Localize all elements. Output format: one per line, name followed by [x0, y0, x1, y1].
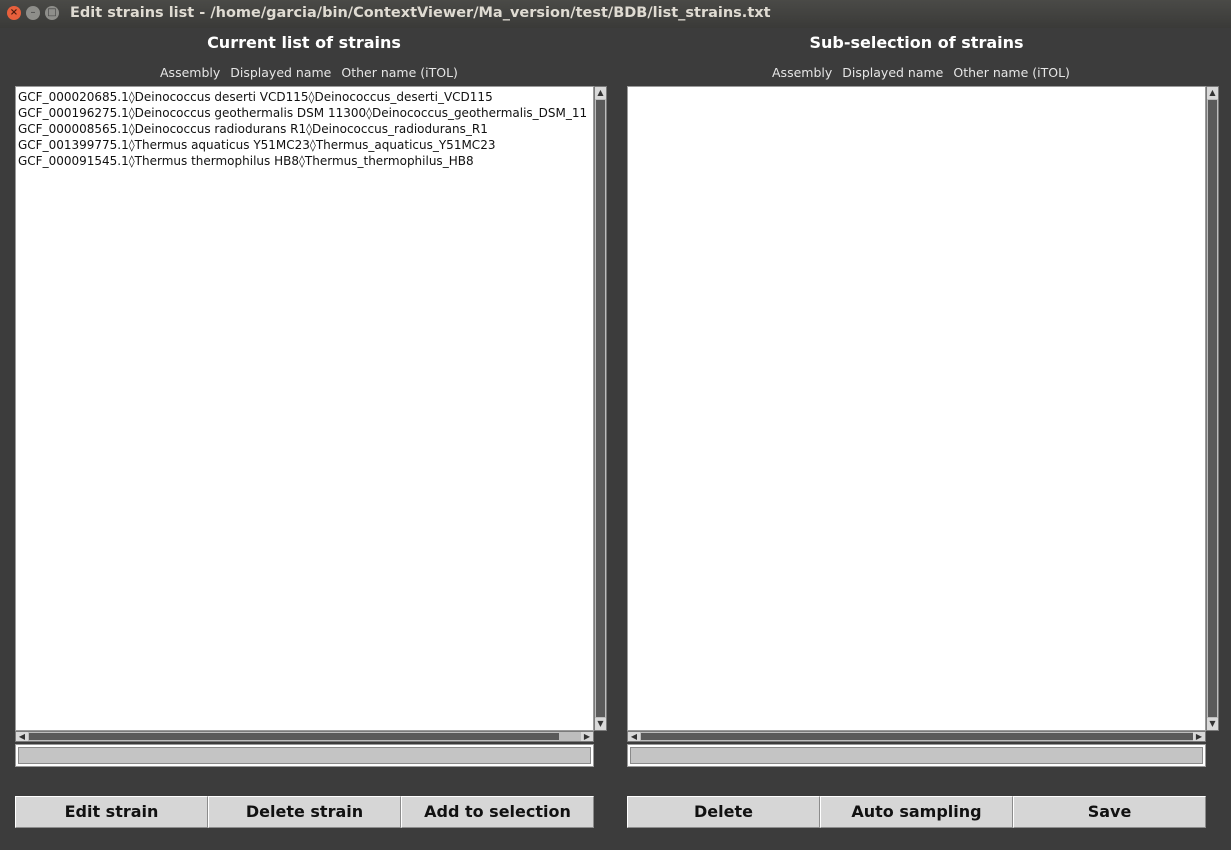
column-other-name: Other name (iTOL): [341, 65, 458, 80]
list-item[interactable]: GCF_000008565.1◊Deinococcus radiodurans …: [16, 121, 593, 137]
list-item[interactable]: GCF_000020685.1◊Deinococcus deserti VCD1…: [16, 89, 593, 105]
right-entry-inner: [630, 747, 1203, 764]
scroll-up-arrow-icon[interactable]: ▲: [595, 87, 606, 99]
right-horizontal-scroll-thumb[interactable]: [641, 733, 1193, 740]
auto-sampling-button[interactable]: Auto sampling: [820, 796, 1013, 828]
window-titlebar: × – □ Edit strains list - /home/garcia/b…: [0, 0, 1231, 28]
left-entry-field[interactable]: [15, 744, 594, 767]
column-displayed-name: Displayed name: [230, 65, 332, 80]
left-entry-inner: [18, 747, 591, 764]
right-column-headers: Assembly Displayed name Other name (iTOL): [772, 65, 1080, 80]
save-button[interactable]: Save: [1013, 796, 1206, 828]
right-entry-field[interactable]: [627, 744, 1206, 767]
sub-selection-title: Sub-selection of strains: [809, 33, 1024, 52]
window-title: Edit strains list - /home/garcia/bin/Con…: [70, 5, 771, 21]
right-vertical-scrollbar[interactable]: ▲ ▼: [1206, 86, 1219, 731]
scroll-left-arrow-icon[interactable]: ◀: [16, 732, 28, 741]
close-icon[interactable]: ×: [7, 6, 21, 20]
list-item[interactable]: GCF_000196275.1◊Deinococcus geothermalis…: [16, 105, 593, 121]
list-item[interactable]: GCF_000091545.1◊Thermus thermophilus HB8…: [16, 153, 593, 169]
scroll-right-arrow-icon[interactable]: ▶: [581, 732, 593, 741]
maximize-icon[interactable]: □: [45, 6, 59, 20]
right-entry-input[interactable]: [631, 748, 1202, 763]
column-assembly: Assembly: [160, 65, 221, 80]
scroll-right-arrow-icon[interactable]: ▶: [1193, 732, 1205, 741]
sub-selection-listbox[interactable]: [627, 86, 1206, 731]
current-strains-listbox[interactable]: GCF_000020685.1◊Deinococcus deserti VCD1…: [15, 86, 594, 731]
left-column-headers: Assembly Displayed name Other name (iTOL): [160, 65, 468, 80]
left-horizontal-scrollbar[interactable]: ◀ ▶: [15, 731, 594, 742]
column-other-name: Other name (iTOL): [953, 65, 1070, 80]
scroll-up-arrow-icon[interactable]: ▲: [1207, 87, 1218, 99]
right-vertical-scroll-thumb[interactable]: [1208, 100, 1217, 717]
left-vertical-scrollbar[interactable]: ▲ ▼: [594, 86, 607, 731]
add-to-selection-button[interactable]: Add to selection: [401, 796, 594, 828]
right-horizontal-scrollbar[interactable]: ◀ ▶: [627, 731, 1206, 742]
left-horizontal-scroll-thumb[interactable]: [29, 733, 559, 740]
scroll-down-arrow-icon[interactable]: ▼: [1207, 718, 1218, 730]
minimize-icon[interactable]: –: [26, 6, 40, 20]
delete-button[interactable]: Delete: [627, 796, 820, 828]
list-item[interactable]: GCF_001399775.1◊Thermus aquaticus Y51MC2…: [16, 137, 593, 153]
left-entry-input[interactable]: [19, 748, 590, 763]
column-displayed-name: Displayed name: [842, 65, 944, 80]
current-list-title: Current list of strains: [207, 33, 401, 52]
edit-strain-button[interactable]: Edit strain: [15, 796, 208, 828]
left-vertical-scroll-thumb[interactable]: [596, 100, 605, 717]
scroll-left-arrow-icon[interactable]: ◀: [628, 732, 640, 741]
column-assembly: Assembly: [772, 65, 833, 80]
scroll-down-arrow-icon[interactable]: ▼: [595, 718, 606, 730]
delete-strain-button[interactable]: Delete strain: [208, 796, 401, 828]
